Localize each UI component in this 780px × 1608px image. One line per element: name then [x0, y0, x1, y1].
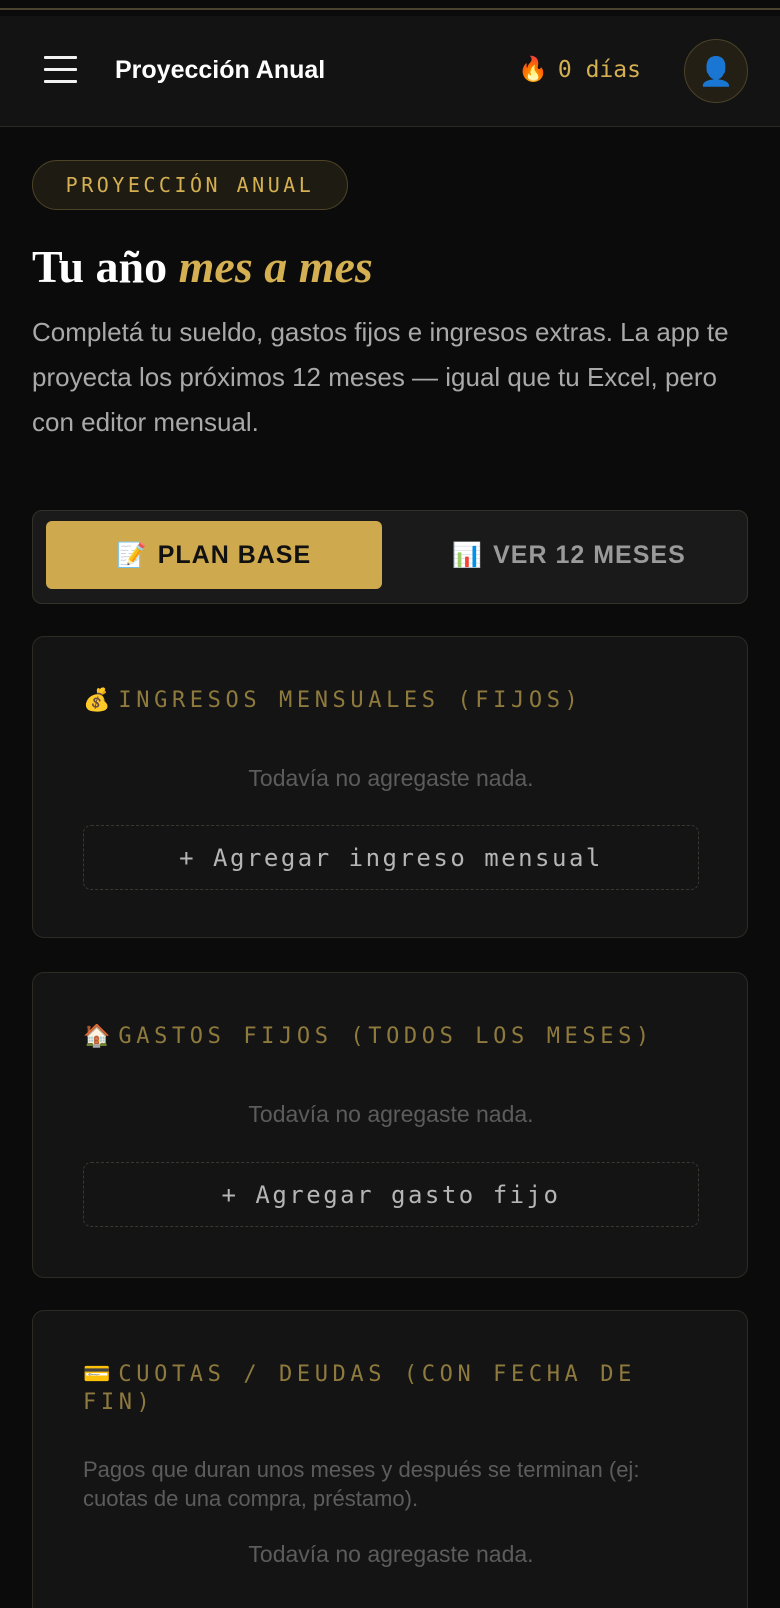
add-gasto-button[interactable]: + Agregar gasto fijo — [83, 1162, 699, 1227]
page-title-accent: mes a mes — [178, 241, 373, 292]
page-description: Completá tu sueldo, gastos fijos e ingre… — [32, 317, 729, 437]
card-ingresos-mensuales: 💰 INGRESOS MENSUALES (FIJOS) Todavía no a… — [32, 636, 748, 938]
empty-state: Todavía no agregaste nada. — [248, 765, 534, 791]
app-header: Proyección Anual 🔥 0 días 👤 — [0, 16, 780, 127]
section-eyebrow-badge: PROYECCIÓN ANUAL — [32, 160, 348, 210]
user-icon: 👤 — [698, 55, 734, 87]
card-title: 🏠 GASTOS FIJOS (TODOS LOS MESES) — [83, 1023, 703, 1051]
card-description: Pagos que duran unos meses y después se … — [83, 1457, 640, 1511]
empty-state: Todavía no agregaste nada. — [248, 1541, 534, 1567]
card-title: 💰 INGRESOS MENSUALES (FIJOS) — [83, 687, 703, 715]
flame-icon: 🔥 — [518, 56, 548, 83]
avatar-button[interactable]: 👤 — [684, 39, 748, 103]
top-divider — [0, 8, 780, 10]
card-cuotas-deudas: 💳 CUOTAS / DEUDAS (CON FECHA DE FIN) Pago… — [32, 1310, 748, 1608]
add-ingreso-button[interactable]: + Agregar ingreso mensual — [83, 825, 699, 890]
card-title-text: GASTOS FIJOS (TODOS LOS MESES) — [118, 1024, 654, 1049]
streak-indicator: 🔥 0 días — [518, 54, 641, 86]
card-gastos-fijos: 🏠 GASTOS FIJOS (TODOS LOS MESES) Todavía … — [32, 972, 748, 1278]
memo-icon: 📝 — [116, 541, 148, 569]
credit-card-icon: 💳 — [83, 1362, 111, 1387]
tab-plan-base-label: PLAN BASE — [157, 540, 312, 569]
empty-state: Todavía no agregaste nada. — [248, 1101, 534, 1127]
app-title: Proyección Anual — [115, 56, 326, 84]
card-title-text: INGRESOS MENSUALES (FIJOS) — [118, 688, 583, 713]
card-title-text: CUOTAS / DEUDAS (CON FECHA DE FIN) — [83, 1362, 636, 1415]
menu-icon[interactable] — [44, 54, 77, 84]
house-icon: 🏠 — [83, 1024, 111, 1049]
page-title-plain: Tu año — [32, 241, 179, 292]
tab-ver-12-meses[interactable]: 📊 VER 12 MESES — [401, 521, 737, 589]
page-title: Tu año mes a mes — [32, 238, 373, 296]
tab-ver-12-meses-label: VER 12 MESES — [493, 540, 686, 569]
streak-count: 0 días — [557, 57, 641, 83]
tab-plan-base[interactable]: 📝 PLAN BASE — [46, 521, 382, 589]
card-title: 💳 CUOTAS / DEUDAS (CON FECHA DE FIN) — [83, 1361, 703, 1417]
view-tabs: 📝 PLAN BASE 📊 VER 12 MESES — [32, 510, 748, 604]
bar-chart-icon: 📊 — [452, 541, 484, 569]
money-bag-icon: 💰 — [83, 688, 111, 713]
